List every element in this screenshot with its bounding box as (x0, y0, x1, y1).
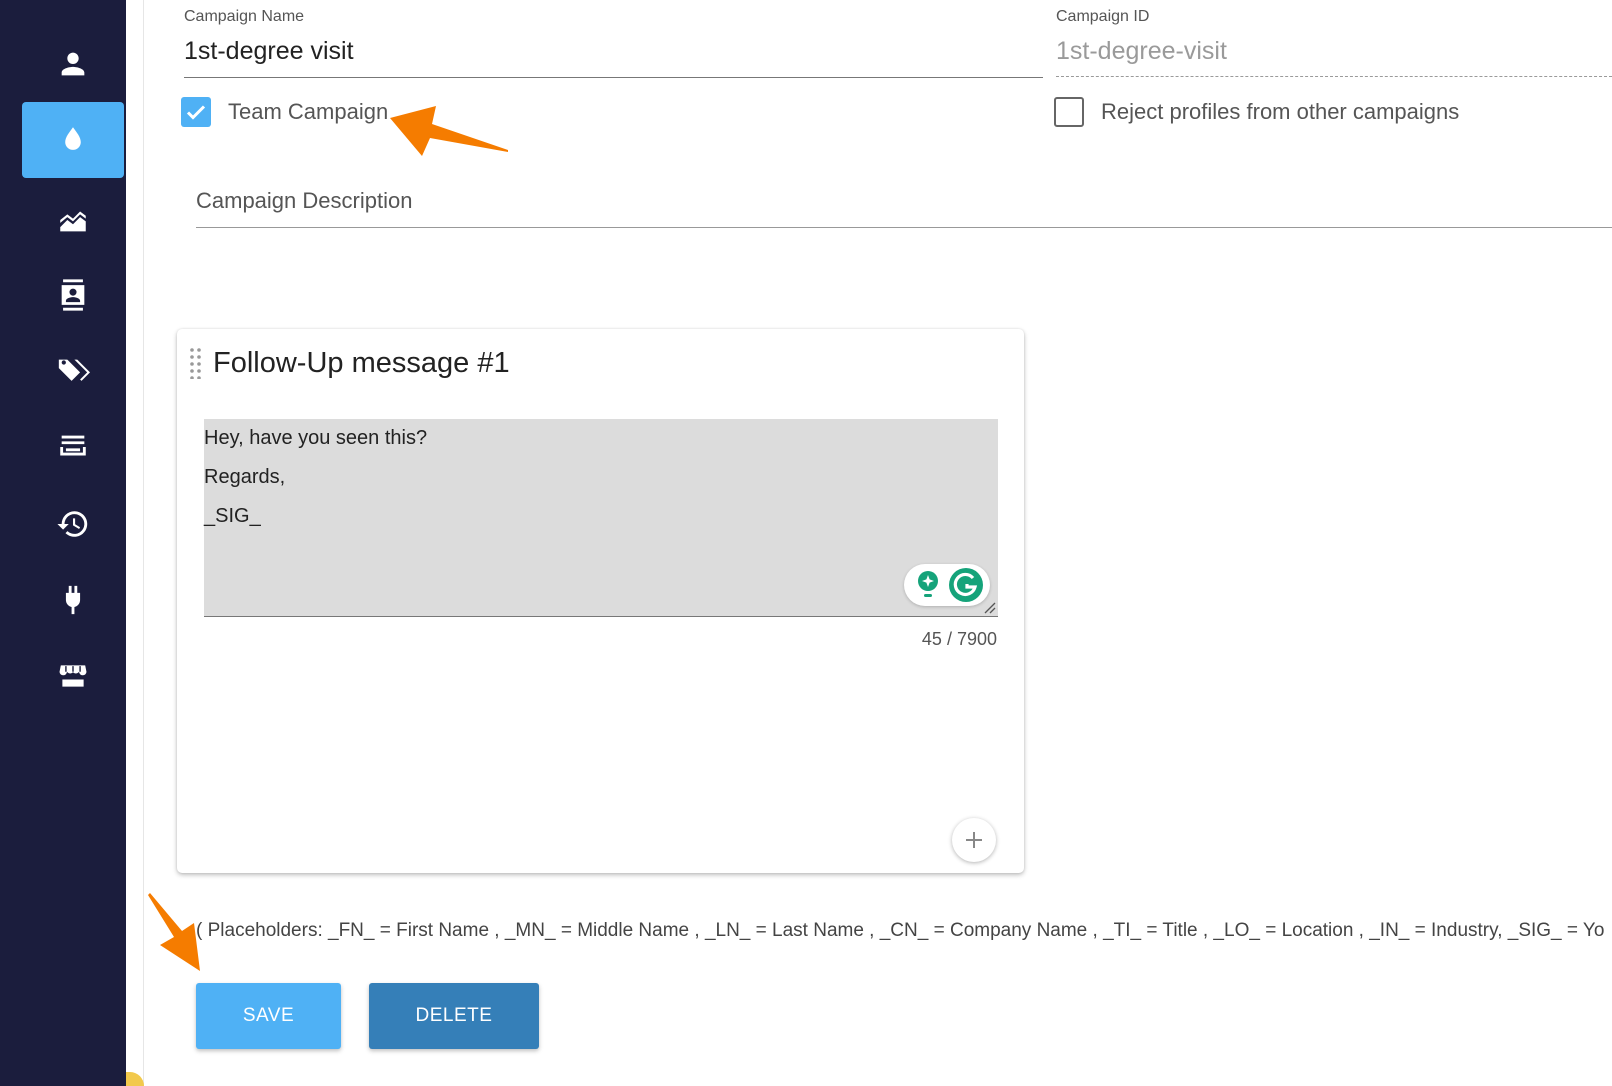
campaign-id-input: 1st-degree-visit (1056, 37, 1227, 65)
grammarly-g-icon[interactable] (948, 567, 984, 603)
save-button[interactable]: SAVE (196, 983, 341, 1049)
sidebar-nav (0, 0, 126, 1086)
campaign-description-underline (196, 227, 1612, 228)
annotation-arrow-icon (390, 106, 508, 156)
annotation-arrow-icon (148, 893, 200, 971)
sidebar-item-tags[interactable] (22, 333, 124, 409)
sidebar-item-marketplace[interactable] (22, 638, 124, 714)
reject-profiles-label: Reject profiles from other campaigns (1101, 99, 1460, 124)
reject-profiles-checkbox[interactable] (1054, 97, 1084, 127)
plus-icon (966, 832, 982, 848)
followup-card: Follow-Up message #1 Hey, have you seen … (177, 329, 1024, 873)
placeholders-hint: ( Placeholders: _FN_ = First Name , _MN_… (196, 920, 1605, 941)
plug-icon (65, 585, 81, 615)
followup-message-textarea[interactable]: Hey, have you seen this? Regards, _SIG_ (204, 419, 998, 617)
campaign-description-input[interactable]: Campaign Description (196, 188, 412, 214)
campaign-name-label: Campaign Name (184, 8, 305, 25)
sidebar-item-profile[interactable] (22, 26, 124, 102)
resize-grip-icon[interactable] (982, 600, 996, 614)
tags-icon (58, 359, 90, 381)
history-icon (57, 511, 88, 537)
contacts-icon (61, 279, 85, 311)
add-message-button[interactable] (952, 818, 996, 862)
person-icon (61, 52, 85, 76)
campaign-id-underline (1056, 76, 1612, 77)
storefront-icon (58, 663, 88, 689)
area-chart-icon (60, 211, 86, 232)
water-drop-icon (65, 127, 81, 150)
sidebar-item-queue[interactable] (22, 409, 124, 485)
campaign-name-input[interactable]: 1st-degree visit (184, 37, 354, 66)
char-count: 45 / 7900 (921, 629, 997, 649)
checkmark-icon (186, 105, 206, 120)
sidebar-item-contacts[interactable] (22, 257, 124, 333)
lightbulb-icon[interactable] (913, 569, 943, 601)
sidebar-item-history[interactable] (22, 486, 124, 562)
campaign-id-label: Campaign ID (1056, 8, 1150, 25)
message-line: Regards, (204, 466, 286, 488)
campaign-name-underline (184, 77, 1043, 78)
sidebar-item-integrations[interactable] (22, 562, 124, 638)
message-line: _SIG_ (204, 505, 261, 527)
sidebar-gutter (126, 0, 144, 1086)
drag-handle-icon[interactable] (189, 347, 203, 379)
team-campaign-label: Team Campaign (228, 99, 389, 124)
team-campaign-checkbox[interactable] (181, 97, 211, 127)
sidebar-item-analytics[interactable] (22, 182, 124, 258)
followup-title: Follow-Up message #1 (213, 347, 510, 379)
list-stack-icon (60, 435, 86, 456)
delete-button[interactable]: DELETE (369, 983, 539, 1049)
grammarly-widget[interactable] (904, 564, 990, 606)
sidebar-item-campaigns[interactable] (22, 102, 124, 178)
message-line: Hey, have you seen this? (204, 427, 428, 449)
